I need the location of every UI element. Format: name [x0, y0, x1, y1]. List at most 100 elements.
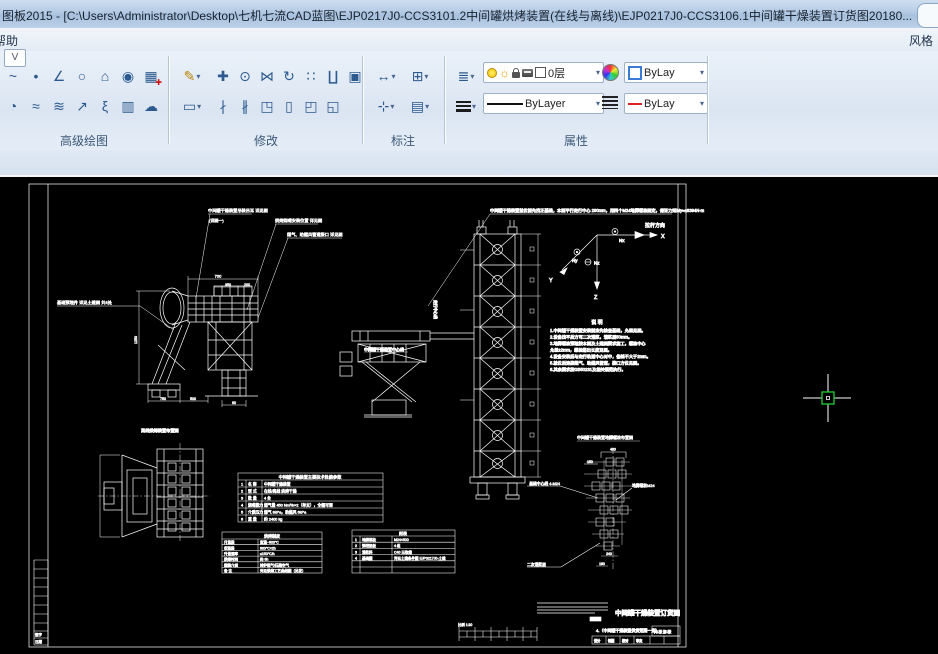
linetype-select[interactable]: ByLayer ▾	[483, 93, 604, 114]
arc-icon[interactable]: ∠	[48, 64, 70, 88]
trim-icon[interactable]: ◳	[256, 94, 278, 118]
color-select[interactable]: ByLay ▾	[624, 62, 708, 83]
svg-text:3.地脚螺栓预埋按本图及土建图要求施工，螺栓中心: 3.地脚螺栓预埋按本图及土建图要求施工，螺栓中心	[550, 340, 646, 347]
lineweight-select[interactable]: ByLay ▾	[624, 93, 708, 114]
menu-help[interactable]: 帮助	[0, 32, 18, 49]
offset-icon[interactable]: ∐	[322, 64, 344, 88]
revision-cloud-icon[interactable]: ☁	[140, 94, 162, 118]
top-view: 离线烘烤装置布置图	[98, 427, 210, 542]
ellipse-icon[interactable]: ○	[71, 64, 93, 88]
color-wheel-icon[interactable]	[602, 64, 619, 81]
layer-manager-icon[interactable]: ≣▾	[450, 64, 482, 88]
svg-text:烘烤时间: 烘烤时间	[224, 557, 238, 562]
copy-icon[interactable]: ⊙	[234, 64, 256, 88]
parameter-table: 中间罐干燥装置主要技术性能参数 1 名 称 中间罐干燥装置 2 型 式 在线/离…	[238, 473, 383, 522]
svg-text:预埋垫板: 预埋垫板	[362, 543, 376, 548]
left-note-text: 基础预埋件 详见土建图 共4处	[57, 299, 113, 306]
fillet-icon[interactable]: ◱	[322, 94, 344, 118]
drawing-subtitle-text: 4.（中间罐干燥装置供货范围一览）	[596, 627, 659, 633]
move-icon[interactable]: ✚	[212, 64, 234, 88]
rotate-icon[interactable]: ↻	[278, 64, 300, 88]
revision-sign-label: 签字	[35, 632, 42, 637]
svg-text:350: 350	[225, 283, 231, 287]
cylinder-icon[interactable]: ▥	[117, 94, 139, 118]
window-corner-tab[interactable]	[917, 3, 938, 28]
blend-curve-icon[interactable]: ◉	[117, 64, 139, 88]
svg-text:1250: 1250	[134, 336, 138, 344]
revision-date-label: 日期	[35, 639, 42, 644]
ribbon: V ~ • ∠ ○ ⌂ ◉ ▦✚ ◔ ≈ ≋ ↗ ξ ▥ ☁ 高级绘图 ✎▾ ✚…	[0, 51, 938, 151]
svg-text:400: 400	[610, 448, 616, 452]
scale-bar: 比例 1:20	[458, 622, 537, 641]
chamfer-icon[interactable]: ◰	[300, 94, 322, 118]
sketch-pencil-icon[interactable]: ✎▾	[176, 64, 208, 88]
group-separator	[168, 56, 169, 144]
svg-text:备 注: 备 注	[224, 568, 232, 573]
smart-dim-icon[interactable]: ⊞▾	[404, 64, 436, 88]
appendix-table: 附表 1 地脚螺栓M24×500 2 预埋垫板4 组 3 灌浆料C40 无收缩 …	[352, 530, 455, 573]
leader-pipe-text: 煤气、助燃风管道接口 详见图	[287, 231, 343, 238]
svg-text:60: 60	[232, 401, 236, 405]
svg-text:共1张 第1张: 共1张 第1张	[654, 629, 672, 634]
freehand-icon[interactable]: ξ	[94, 94, 116, 118]
linear-dim-icon[interactable]: ↔▾	[370, 64, 402, 88]
center-line-label: 中间罐干燥装置中心线	[364, 346, 404, 352]
rect-select-icon[interactable]: ▭▾	[176, 94, 208, 118]
svg-text:在线/离线 烘烤干燥: 在线/离线 烘烤干燥	[264, 489, 297, 494]
svg-text:升温速率: 升温速率	[224, 551, 238, 556]
svg-text:M24×500: M24×500	[394, 538, 409, 542]
svg-text:1: 1	[355, 538, 357, 542]
pie-icon[interactable]: ◔	[2, 94, 24, 118]
text-edit-icon[interactable]: ▤▾	[404, 94, 436, 118]
svg-text:燃烧介质: 燃烧介质	[224, 562, 238, 567]
svg-text:中间罐干燥装置主要技术性能参数: 中间罐干燥装置主要技术性能参数	[279, 474, 343, 481]
svg-text:烧嘴能力: 烧嘴能力	[248, 503, 263, 508]
svg-text:5: 5	[241, 511, 243, 515]
zigzag-line-icon[interactable]: ≋	[48, 94, 70, 118]
point-icon[interactable]: •	[25, 64, 47, 88]
svg-text:升温段: 升温段	[224, 540, 235, 545]
svg-text:详见烘烤工艺曲线图（另发）: 详见烘烤工艺曲线图（另发）	[260, 568, 306, 573]
polygon-icon[interactable]: ⌂	[94, 64, 116, 88]
lineweight-icon[interactable]: ▾	[450, 94, 482, 118]
svg-text:Ny: Ny	[572, 258, 578, 263]
break-icon[interactable]: ∤	[212, 94, 234, 118]
cad-drawing[interactable]: 签字 日期 700 350 200 750 500 60 1250 中间罐干燥装…	[0, 157, 938, 654]
svg-text:保温段: 保温段	[224, 545, 235, 550]
bolt-leader-right-text: 地脚螺栓M24	[632, 483, 655, 488]
svg-text:3: 3	[241, 497, 243, 501]
svg-text:4: 4	[241, 504, 243, 508]
pointer-arrow-icon[interactable]: ↗	[71, 94, 93, 118]
break-at-point-icon[interactable]: ∦	[234, 94, 256, 118]
layer-name: 0层	[548, 65, 565, 81]
layer-select[interactable]: ☼ 0层 ▾	[483, 62, 604, 83]
menu-style[interactable]: 风格	[909, 32, 933, 49]
coordinate-dim-icon[interactable]: ⊹▾	[370, 94, 402, 118]
window-title: 图板2015 - [C:\Users\Administrator\Desktop…	[2, 7, 912, 24]
bake-schedule-table: 烘烤制度 升温段室温~600℃ 保温段600℃×2h 升温速率≤150℃/h 烘…	[222, 532, 322, 573]
svg-text:审定: 审定	[636, 638, 643, 643]
leader-burner-text: 烘烤烧嘴安装位置 详见图	[275, 217, 322, 224]
svg-text:160: 160	[599, 562, 605, 566]
scale-label: 比例 1:20	[458, 622, 472, 627]
svg-text:允差±2mm，螺栓露出长度见图。: 允差±2mm，螺栓露出长度见图。	[550, 347, 612, 354]
svg-text:室温~600℃: 室温~600℃	[260, 540, 279, 545]
svg-text:基础图: 基础图	[362, 556, 373, 561]
linetype-manager-icon[interactable]	[602, 96, 618, 109]
mirror-icon[interactable]: ⋈	[256, 64, 278, 88]
svg-text:6: 6	[241, 518, 243, 522]
svg-text:数 量: 数 量	[248, 496, 257, 501]
tower-view: 走行中心线	[433, 220, 525, 499]
wave-line-icon[interactable]: ≈	[25, 94, 47, 118]
topview-label: 离线烘烤装置布置图	[141, 427, 179, 434]
group-separator	[444, 56, 445, 144]
bracket-view: 中间罐干燥装置中心线	[340, 331, 474, 417]
insert-table-icon[interactable]: ▦✚	[140, 64, 162, 88]
svg-text:3: 3	[355, 550, 357, 554]
extend-icon[interactable]: ▯	[278, 94, 300, 118]
array-icon[interactable]: ∷	[300, 64, 322, 88]
svg-text:校对: 校对	[622, 638, 629, 643]
bolt-leader-left-text: 基础中心线 4-M24	[529, 481, 560, 486]
svg-text:6.其余要求按GB50231及相关规范执行。: 6.其余要求按GB50231及相关规范执行。	[550, 366, 626, 373]
spline-icon[interactable]: ~	[2, 64, 24, 88]
